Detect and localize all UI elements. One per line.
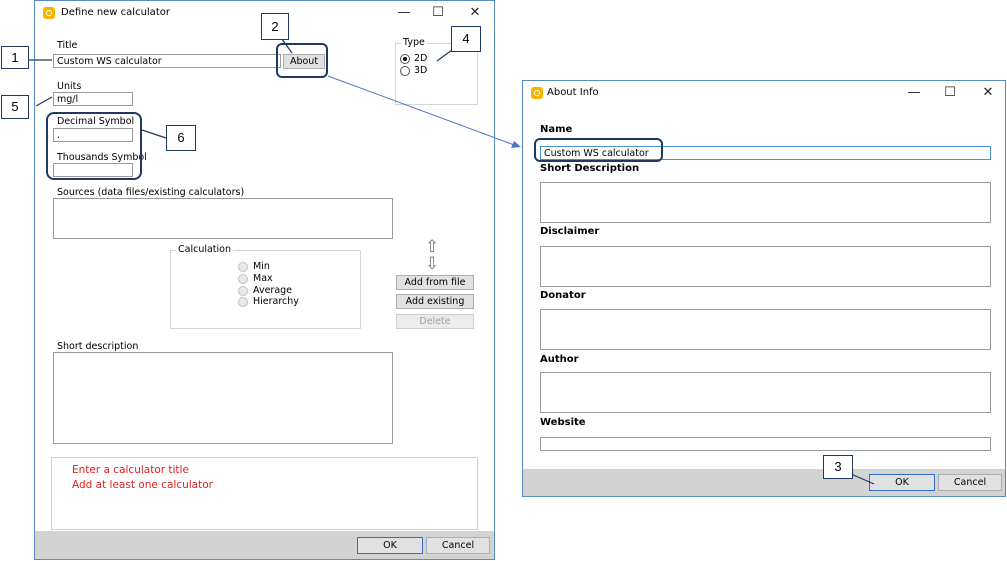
delete-button[interactable]: Delete bbox=[396, 314, 474, 329]
title-label: Title bbox=[57, 40, 78, 51]
about-short-description-label: Short Description bbox=[540, 163, 640, 174]
title-input[interactable]: Custom WS calculator bbox=[53, 54, 281, 68]
name-field-highlight bbox=[534, 138, 663, 162]
about-author-input[interactable] bbox=[540, 372, 991, 413]
sources-label: Sources (data files/existing calculators… bbox=[57, 187, 245, 198]
about-donator-label: Donator bbox=[540, 290, 586, 301]
define-calculator-window: Define new calculator — ☐ ✕ Title Custom… bbox=[34, 0, 495, 560]
about-website-input[interactable] bbox=[540, 437, 991, 451]
about-author-label: Author bbox=[540, 354, 579, 365]
sources-list[interactable] bbox=[53, 198, 393, 239]
about-titlebar[interactable]: About Info — ☐ ✕ bbox=[523, 81, 1005, 107]
units-input[interactable]: mg/l bbox=[53, 92, 133, 106]
type-3d-radio[interactable] bbox=[400, 66, 410, 76]
callout-5: 5 bbox=[1, 95, 29, 119]
main-window-title: Define new calculator bbox=[61, 7, 170, 18]
about-ok-button[interactable]: OK bbox=[869, 474, 935, 491]
about-maximize-icon[interactable]: ☐ bbox=[939, 84, 961, 102]
callout-3: 3 bbox=[823, 455, 853, 479]
type-group: Type 2D 3D bbox=[395, 37, 478, 105]
symbols-highlight bbox=[46, 112, 142, 180]
calc-average-label: Average bbox=[253, 285, 293, 296]
units-label: Units bbox=[57, 81, 82, 92]
about-button-highlight bbox=[276, 43, 328, 78]
validation-messages-panel: Enter a calculator title Add at least on… bbox=[51, 457, 478, 530]
maximize-icon[interactable]: ☐ bbox=[427, 4, 449, 22]
about-website-label: Website bbox=[540, 417, 586, 428]
about-window-title: About Info bbox=[547, 87, 599, 98]
minimize-icon[interactable]: — bbox=[393, 4, 415, 22]
about-short-description-input[interactable] bbox=[540, 182, 991, 223]
short-description-label: Short description bbox=[57, 341, 139, 352]
about-cancel-button[interactable]: Cancel bbox=[938, 474, 1002, 491]
about-minimize-icon[interactable]: — bbox=[903, 84, 925, 102]
calc-min-radio[interactable] bbox=[238, 262, 248, 272]
type-2d-label: 2D bbox=[414, 53, 428, 64]
callout-6: 6 bbox=[166, 125, 196, 151]
about-footer: OK Cancel bbox=[523, 469, 1005, 496]
short-description-input[interactable] bbox=[53, 352, 393, 444]
type-group-label: Type bbox=[401, 37, 427, 48]
about-close-icon[interactable]: ✕ bbox=[977, 84, 999, 102]
about-name-label: Name bbox=[540, 124, 573, 135]
calc-max-radio[interactable] bbox=[238, 274, 248, 284]
close-icon[interactable]: ✕ bbox=[464, 4, 486, 22]
add-from-file-button[interactable]: Add from file bbox=[396, 275, 474, 290]
error-title-message: Enter a calculator title bbox=[72, 464, 189, 476]
calc-max-label: Max bbox=[253, 273, 273, 284]
callout-4: 4 bbox=[451, 26, 481, 52]
calculation-group-label: Calculation bbox=[176, 244, 233, 255]
calc-hierarchy-radio[interactable] bbox=[238, 297, 248, 307]
calc-hierarchy-label: Hierarchy bbox=[253, 296, 299, 307]
calc-average-radio[interactable] bbox=[238, 286, 248, 296]
app-icon bbox=[43, 7, 55, 19]
move-down-arrow-icon[interactable]: ⇩ bbox=[425, 254, 439, 274]
about-donator-input[interactable] bbox=[540, 309, 991, 350]
add-existing-button[interactable]: Add existing bbox=[396, 294, 474, 309]
callout-2: 2 bbox=[261, 13, 289, 40]
main-footer: OK Cancel bbox=[35, 531, 494, 559]
main-ok-button[interactable]: OK bbox=[357, 537, 423, 554]
main-cancel-button[interactable]: Cancel bbox=[426, 537, 490, 554]
type-2d-radio[interactable] bbox=[400, 54, 410, 64]
calc-min-label: Min bbox=[253, 261, 270, 272]
calculation-group: Calculation Min Max Average Hierarchy bbox=[170, 244, 361, 329]
callout-1: 1 bbox=[1, 46, 29, 69]
about-app-icon bbox=[531, 87, 543, 99]
about-disclaimer-label: Disclaimer bbox=[540, 226, 600, 237]
type-3d-label: 3D bbox=[414, 65, 428, 76]
about-disclaimer-input[interactable] bbox=[540, 246, 991, 287]
error-calculator-message: Add at least one calculator bbox=[72, 479, 213, 491]
